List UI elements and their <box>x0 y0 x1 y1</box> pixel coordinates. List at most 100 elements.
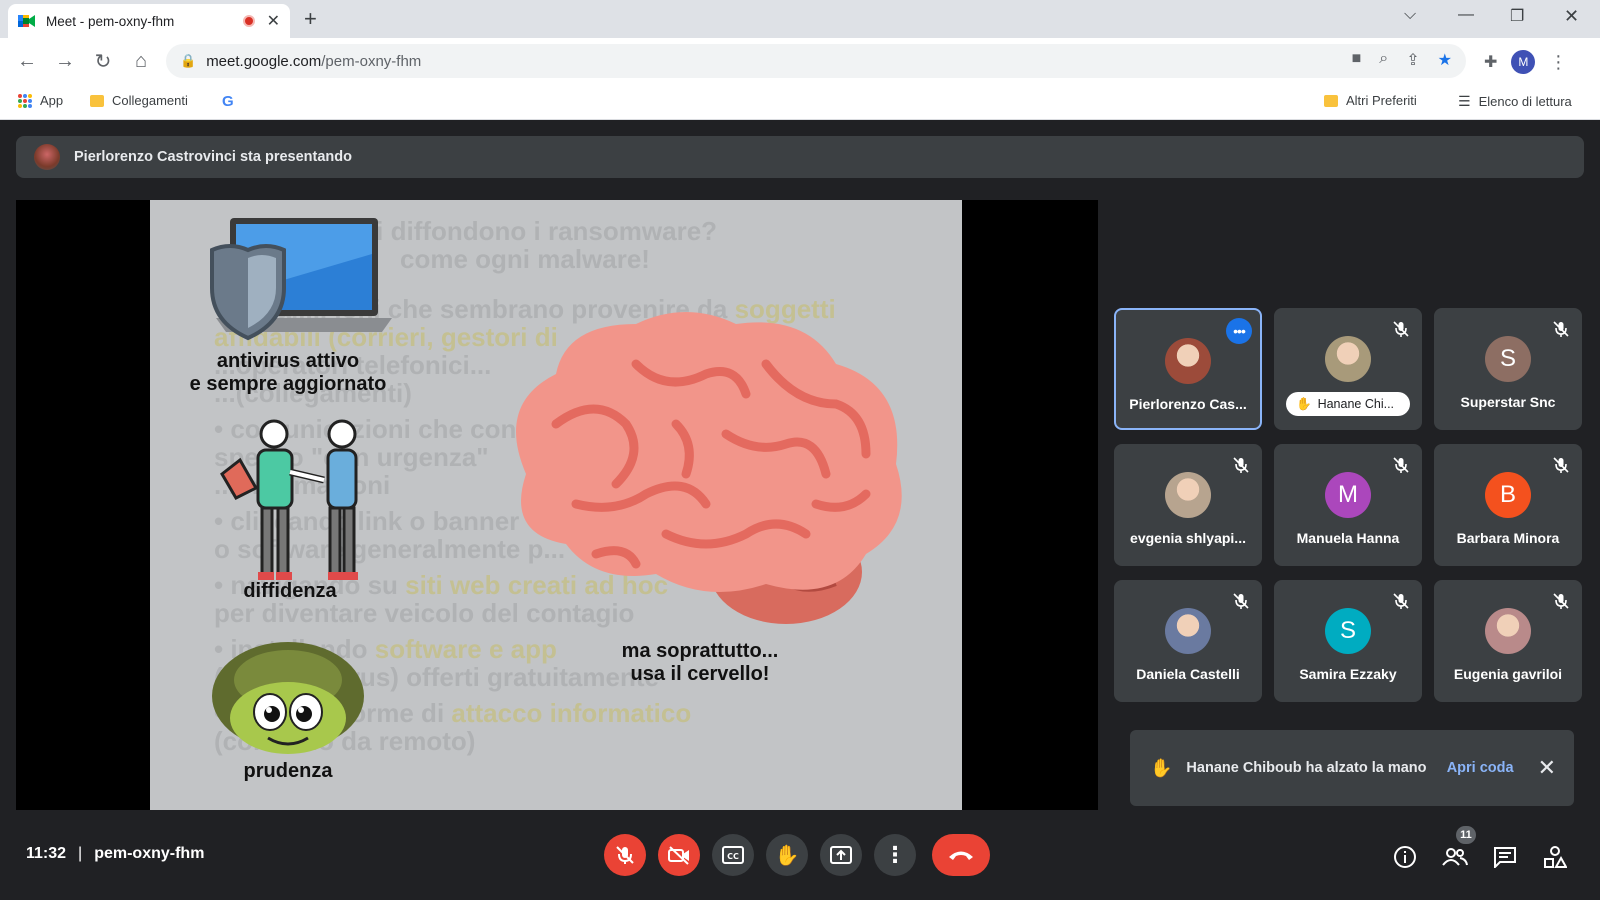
participant-name: Hanane Chi... <box>1317 397 1395 411</box>
browser-menu-icon[interactable]: ⋮ <box>1549 52 1567 73</box>
participant-name: Pierlorenzo Cas... <box>1129 396 1247 412</box>
meeting-info-separator: | <box>78 845 83 862</box>
participant-avatar: S <box>1485 336 1531 382</box>
url-path: /pem-oxny-fhm <box>321 52 422 70</box>
back-icon[interactable]: ← <box>8 50 46 73</box>
window-close-icon[interactable]: ✕ <box>1564 6 1579 27</box>
participant-name-chip: ✋ Hanane Chi... <box>1286 392 1410 416</box>
participant-tile[interactable]: Pierlorenzo Cas... ••• <box>1114 308 1262 430</box>
mic-muted-icon <box>1233 457 1249 473</box>
label-brain: ma soprattutto... usa il cervello! <box>580 640 820 686</box>
mic-muted-icon <box>1553 457 1569 473</box>
home-icon[interactable]: ⌂ <box>122 50 160 73</box>
mic-muted-icon <box>1393 457 1409 473</box>
presenter-banner: Pierlorenzo Castrovinci sta presentando <box>16 136 1584 178</box>
svg-text:CC: CC <box>727 852 739 861</box>
browser-tab-meet[interactable]: Meet - pem-oxny-fhm ✕ <box>8 4 290 38</box>
profile-avatar[interactable]: M <box>1511 50 1536 74</box>
chat-button[interactable] <box>1490 842 1520 872</box>
slide-text-highlight: software e app <box>374 634 557 664</box>
participant-tile[interactable]: S Superstar Snc <box>1434 308 1582 430</box>
slide-text-highlight: attacco informatico <box>451 698 692 728</box>
raised-hand-notification: ✋ Hanane Chiboub ha alzato la mano Apri … <box>1130 730 1574 806</box>
bookmark-apps[interactable]: App <box>18 93 63 108</box>
label-brain-line2: usa il cervello! <box>630 663 770 685</box>
minimize-icon[interactable]: — <box>1458 6 1474 24</box>
camera-off-icon <box>668 846 689 865</box>
zoom-icon[interactable]: ⌕ <box>1379 50 1388 70</box>
share-icon[interactable]: ⇪ <box>1406 50 1419 70</box>
activities-button[interactable] <box>1540 842 1570 872</box>
raise-hand-button[interactable]: ✋ <box>766 834 808 876</box>
tile-options-icon[interactable]: ••• <box>1226 318 1252 344</box>
bookmark-collegamenti-label: Collegamenti <box>112 93 188 108</box>
meeting-info: 11:32 | pem-oxny-fhm <box>26 845 204 863</box>
meeting-details-button[interactable] <box>1390 842 1420 872</box>
participant-tile[interactable]: ✋ Hanane Chi... <box>1274 308 1422 430</box>
participant-name: Superstar Snc <box>1460 394 1556 410</box>
bookmark-collegamenti[interactable]: Collegamenti <box>90 93 188 108</box>
reading-list[interactable]: ☰ Elenco di lettura <box>1458 93 1572 110</box>
captions-button[interactable]: CC <box>712 834 754 876</box>
tab-close-icon[interactable]: ✕ <box>267 11 280 31</box>
mic-off-icon <box>616 846 634 864</box>
participant-avatar: S <box>1325 608 1371 654</box>
address-bar[interactable]: 🔒 meet.google.com/pem-oxny-fhm ■ ⌕ ⇪ ★ <box>166 44 1466 78</box>
people-button[interactable] <box>1440 842 1470 872</box>
browser-tab-strip: Meet - pem-oxny-fhm ✕ + ⌵ — ❐ ✕ <box>0 0 1600 38</box>
participant-tile[interactable]: M Manuela Hanna <box>1274 444 1422 566</box>
new-tab-icon[interactable]: + <box>304 6 317 32</box>
tab-title: Meet - pem-oxny-fhm <box>46 13 175 29</box>
toast-close-icon[interactable]: ✕ <box>1538 755 1556 781</box>
restore-icon[interactable]: ❐ <box>1510 6 1524 26</box>
camera-toggle-button[interactable] <box>658 834 700 876</box>
participant-tile[interactable]: Daniela Castelli <box>1114 580 1262 702</box>
label-diffidenza: diffidenza <box>243 580 337 602</box>
hand-icon: ✋ <box>1150 757 1173 778</box>
label-antivirus-line2: e sempre aggiornato <box>189 373 387 395</box>
participant-name: Samira Ezzaky <box>1299 666 1397 682</box>
handshake-figures-icon <box>220 419 358 580</box>
more-vert-icon: ⋮ <box>884 842 906 867</box>
present-screen-icon <box>830 846 852 864</box>
more-options-button[interactable]: ⋮ <box>874 834 916 876</box>
tab-search-chevron-icon[interactable]: ⌵ <box>1404 6 1416 24</box>
camera-in-use-icon[interactable]: ■ <box>1352 50 1362 70</box>
captions-icon: CC <box>722 846 744 864</box>
people-icon <box>1442 848 1468 866</box>
raised-hand-icon: ✋ <box>1296 396 1312 411</box>
open-queue-link[interactable]: Apri coda <box>1447 760 1514 776</box>
microphone-toggle-button[interactable] <box>604 834 646 876</box>
meeting-code: pem-oxny-fhm <box>94 845 205 862</box>
bookmark-google[interactable]: G <box>222 93 234 110</box>
present-now-button[interactable] <box>820 834 862 876</box>
label-prudenza: prudenza <box>243 760 333 782</box>
participant-tile[interactable]: S Samira Ezzaky <box>1274 580 1422 702</box>
participant-tile[interactable]: Eugenia gavriloi <box>1434 580 1582 702</box>
participant-avatar <box>1165 472 1211 518</box>
forward-icon[interactable]: → <box>46 50 84 73</box>
participant-tile[interactable]: B Barbara Minora <box>1434 444 1582 566</box>
bookmark-apps-label: App <box>40 93 64 108</box>
reading-list-label: Elenco di lettura <box>1478 94 1572 109</box>
bookmark-altri-preferiti[interactable]: Altri Preferiti <box>1324 93 1417 108</box>
participant-name: Daniela Castelli <box>1136 666 1240 682</box>
mic-muted-icon <box>1393 593 1409 609</box>
slide-text-line: e si diffondono i ransomware? <box>340 216 717 247</box>
folder-icon <box>90 94 104 107</box>
presenter-avatar <box>34 144 60 170</box>
reload-icon[interactable]: ↻ <box>84 49 122 74</box>
lock-icon[interactable]: 🔒 <box>180 53 196 69</box>
info-icon <box>1394 846 1416 868</box>
participant-avatar: B <box>1485 472 1531 518</box>
brain-icon <box>516 312 902 624</box>
label-brain-line1: ma soprattutto... <box>621 640 779 662</box>
extensions-puzzle-icon[interactable]: ✚ <box>1484 52 1497 72</box>
participant-avatar <box>1165 608 1211 654</box>
leave-call-button[interactable] <box>932 834 990 876</box>
label-antivirus: antivirus attivo e sempre aggiornato <box>172 350 404 396</box>
mic-muted-icon <box>1233 593 1249 609</box>
participant-tile[interactable]: evgenia shlyapi... <box>1114 444 1262 566</box>
slide-text-plain: come ogni malware! <box>400 244 650 274</box>
bookmark-star-icon[interactable]: ★ <box>1438 50 1452 70</box>
